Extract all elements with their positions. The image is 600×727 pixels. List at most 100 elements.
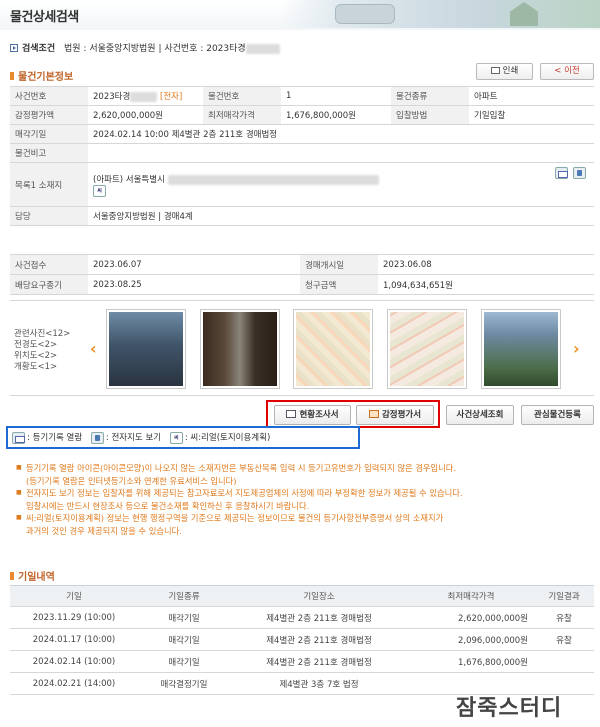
bullet-icon [10, 44, 18, 52]
notice-list: 등기기록 열람 아이콘(아이콘모양)이 나오지 않는 소재지번은 부동산목록 입… [16, 462, 596, 537]
icon-legend: : 등기기록 열람 : 전자지도 보기 씨: 씨:리얼(토지이용계획) [12, 431, 270, 444]
charge-value: 서울중앙지방법원 | 경매4계 [88, 206, 594, 226]
redacted-text: 00000 [130, 92, 158, 102]
photo-thumbnail[interactable] [200, 309, 280, 389]
case-no-cell: 2023타경00000 [전자] [88, 86, 203, 106]
court-value: 서울중앙지방법원 [89, 44, 156, 54]
case-detail-button[interactable]: 사건상세조회 [446, 405, 514, 425]
prev-button[interactable]: < 이전 [540, 63, 594, 80]
print-button[interactable]: 인쇄 [476, 63, 533, 80]
building-exterior-photo [109, 312, 183, 386]
photo-category-sketch[interactable]: 개황도<1> [14, 362, 70, 373]
history-header: 기일 [10, 585, 138, 607]
schedule-table: 사건접수 2023.06.07 경매개시일 2023.06.08 배당요구종기 … [10, 254, 594, 295]
case-prefix: 사건번호 : [164, 44, 207, 54]
table-row: 2023.11.29 (10:00) 매각기일 제4별관 2층 211호 경매법… [10, 606, 594, 629]
notice-item-continued: 과거의 것인 경우 제공되지 않을 수 있습니다. [26, 525, 182, 536]
legend-registry: : 등기기록 열람 [27, 433, 83, 443]
redacted-text: 000000 [245, 44, 281, 54]
deadline-label: 배당요구종기 [10, 274, 88, 295]
history-place: 제4별관 2층 211호 경매법정 [230, 650, 408, 673]
photo-gallery: 관련사진<12> 전경도<2> 위치도<2> 개황도<1> ‹ › [10, 300, 594, 396]
land-use-plan-icon: 씨 [169, 431, 183, 444]
table-row: 2024.02.14 (10:00) 매각기일 제4별관 2층 211호 경매법… [10, 650, 594, 673]
claim-value: 1,094,634,651원 [378, 274, 594, 295]
location-cell: (아파트) 서울특별시 000 0000000 00 0000000000 00… [88, 162, 594, 207]
photo-category-location[interactable]: 위치도<2> [14, 351, 70, 362]
legend-land: : 씨:리얼(토지이용계획) [184, 433, 271, 443]
item-type-value: 아파트 [469, 86, 594, 106]
photo-category-overview[interactable]: 전경도<2> [14, 340, 70, 351]
photo-category-related[interactable]: 관련사진<12> [14, 329, 70, 340]
prev-photo-arrow-icon[interactable]: ‹ [90, 339, 97, 358]
car-illustration [335, 4, 395, 24]
history-result: 유찰 [534, 628, 594, 651]
location-label: 목록1 소재지 [10, 162, 88, 207]
electronic-case-link[interactable]: [전자] [160, 92, 182, 102]
photo-thumbnail[interactable] [387, 309, 467, 389]
photo-thumbnail[interactable] [293, 309, 373, 389]
appraisal-label: 감정평가액 [10, 105, 88, 125]
item-no-value: 1 [281, 86, 391, 106]
sale-date-label: 매각기일 [10, 124, 88, 144]
notice-item-continued: 입찰시에는 반드시 현장조사 등으로 물건소재를 확인하신 후 응찰하시기 바랍… [26, 500, 310, 511]
charge-label: 담당 [10, 206, 88, 226]
notice-item: 등기기록 열람 아이콘(아이콘모양)이 나오지 않는 소재지번은 부동산목록 입… [16, 462, 596, 475]
printer-icon [490, 67, 500, 74]
min-price-label: 최저매각가격 [203, 105, 281, 125]
print-label: 인쇄 [502, 66, 519, 76]
min-price-value: 1,676,800,000원 [281, 105, 391, 125]
history-header: 기일종류 [138, 585, 230, 607]
redacted-text: 000 0000000 00 0000000000 00000000 000 0… [167, 174, 379, 185]
search-condition-label: 검색조건 [22, 44, 56, 54]
case-detail-label: 사건상세조회 [456, 410, 504, 420]
location-value: (아파트) 서울특별시 [93, 174, 165, 185]
history-date: 2024.02.21 (14:00) [10, 672, 138, 695]
table-row: 2024.01.17 (10:00) 매각기일 제4별관 2층 211호 경매법… [10, 628, 594, 651]
start-label: 경매개시일 [300, 254, 378, 275]
location-map-photo [296, 312, 370, 386]
court-prefix: 법원 : [64, 44, 90, 54]
notice-item: 전자지도 보기 정보는 입찰자를 위해 제공되는 참고자료로서 지도제공업체의 … [16, 487, 596, 500]
notice-item: 씨:리얼(토지이용계획) 정보는 현행 행정구역을 기준으로 제공되는 정보이므… [16, 512, 596, 525]
item-type-label: 물건종류 [391, 86, 469, 106]
registry-view-icon[interactable] [555, 167, 568, 179]
sale-date-value: 2024.02.14 10:00 제4별관 2층 211호 경매법정 [88, 124, 594, 144]
case-no-value: 2023타경 [93, 92, 131, 102]
highlight-box-red [266, 400, 440, 428]
item-no-label: 물건번호 [203, 86, 281, 106]
page-header: 물건상세검색 [0, 0, 600, 30]
next-photo-arrow-icon[interactable]: › [573, 339, 580, 358]
appraisal-value: 2,620,000,000원 [88, 105, 203, 125]
case-no-label: 사건번호 [10, 86, 88, 106]
section-title-basic-info: 물건기본정보 [10, 68, 73, 83]
watchlist-button[interactable]: 관심물건등록 [521, 405, 594, 425]
case-number: 2023타경 [206, 44, 246, 54]
bid-method-value: 기일입찰 [469, 105, 594, 125]
prev-label: < 이전 [554, 66, 580, 76]
map-view-icon [90, 431, 104, 444]
history-price: 2,096,000,000원 [408, 628, 534, 651]
history-place: 제4별관 2층 211호 경매법정 [230, 606, 408, 629]
section-title-history: 기일내역 [10, 568, 55, 583]
house-illustration [510, 2, 538, 26]
map-view-icon[interactable] [573, 167, 586, 179]
apartment-complex-photo [484, 312, 558, 386]
registry-view-icon [12, 431, 25, 444]
building-entrance-photo [203, 312, 277, 386]
history-date: 2024.01.17 (10:00) [10, 628, 138, 651]
notice-item-continued: (등기기록 열람은 인터넷등기소와 연계한 유료서비스 입니다) [26, 475, 237, 486]
photo-thumbnail[interactable] [106, 309, 186, 389]
note-value [88, 143, 594, 163]
start-value: 2023.06.08 [378, 254, 594, 275]
receipt-value: 2023.06.07 [88, 254, 300, 275]
note-label: 물건비고 [10, 143, 88, 163]
banner-illustration [280, 0, 600, 28]
basic-info-table: 사건번호 2023타경00000 [전자] 물건번호 1 물건종류 아파트 감정… [10, 86, 594, 226]
history-price: 1,676,800,000원 [408, 650, 534, 673]
history-type: 매각결정기일 [138, 672, 230, 695]
land-use-plan-icon[interactable]: 씨 [93, 184, 106, 197]
page-title: 물건상세검색 [10, 10, 79, 25]
photo-thumbnail[interactable] [481, 309, 561, 389]
watermark: 잠죽스터디 [456, 696, 563, 721]
